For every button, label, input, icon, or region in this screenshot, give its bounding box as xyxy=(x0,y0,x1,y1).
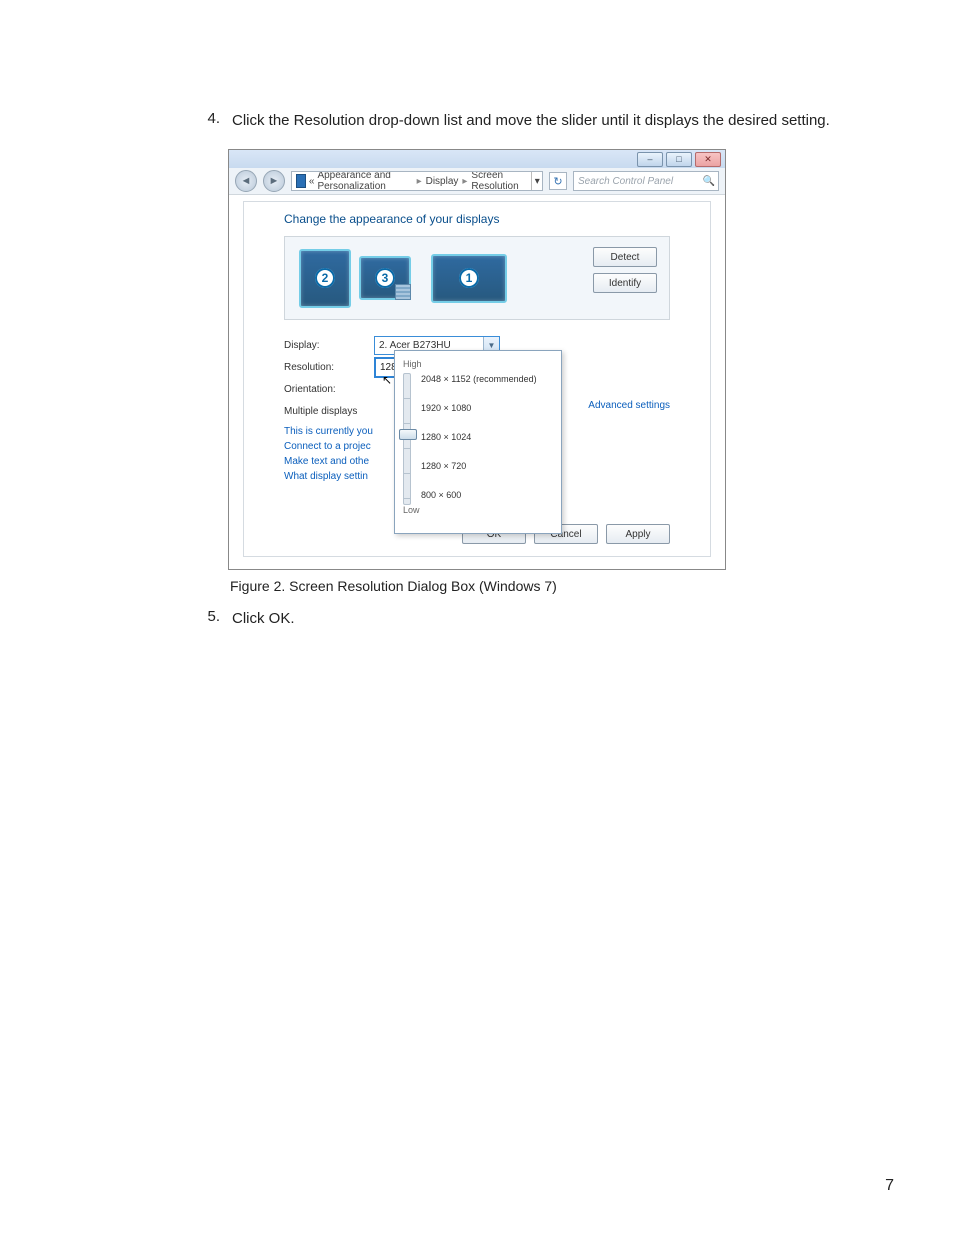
control-panel-icon xyxy=(296,174,306,188)
apply-button[interactable]: Apply xyxy=(606,524,670,544)
advanced-settings-link[interactable]: Advanced settings xyxy=(588,400,670,411)
res-option-1: 2048 × 1152 (recommended) xyxy=(421,375,537,385)
close-button[interactable]: ✕ xyxy=(695,152,721,167)
panel-heading: Change the appearance of your displays xyxy=(284,212,670,226)
breadcrumb-dropdown-icon[interactable]: ▾ xyxy=(531,172,542,190)
nav-back-button[interactable]: ◄ xyxy=(235,170,257,192)
display-value: 2. Acer B273HU xyxy=(379,340,451,351)
refresh-button[interactable]: ↻ xyxy=(549,172,567,190)
multiple-displays-label: Multiple displays xyxy=(284,406,374,417)
breadcrumb-level3: Screen Resolution xyxy=(467,171,531,191)
breadcrumb-level1: Appearance and Personalization xyxy=(317,171,412,191)
search-placeholder: Search Control Panel xyxy=(578,176,673,187)
resolution-label: Resolution: xyxy=(284,362,374,373)
monitor-3-label: 3 xyxy=(375,268,395,288)
figure-caption: Figure 2. Screen Resolution Dialog Box (… xyxy=(230,578,894,594)
res-option-5: 800 × 600 xyxy=(421,491,537,501)
res-option-4: 1280 × 720 xyxy=(421,462,537,472)
address-bar: ◄ ► « Appearance and Personalization ▸ D… xyxy=(229,168,725,195)
resolution-slider-track[interactable] xyxy=(403,373,411,505)
display-arrangement[interactable]: 2 3 1 Detect Identify xyxy=(284,236,670,320)
res-option-3: 1280 × 1024 xyxy=(421,433,537,443)
window-titlebar: – □ ✕ xyxy=(229,150,725,168)
monitor-2[interactable]: 2 xyxy=(299,249,351,308)
resolution-slider-popup[interactable]: High 2048 × 1152 (recommended) 1920 × 10… xyxy=(394,350,562,534)
monitor-2-label: 2 xyxy=(315,268,335,288)
page-number: 7 xyxy=(885,1177,894,1195)
monitor-3[interactable]: 3 xyxy=(359,256,411,300)
maximize-button[interactable]: □ xyxy=(666,152,692,167)
orientation-label: Orientation: xyxy=(284,384,374,395)
slider-high-label: High xyxy=(403,359,553,369)
display-label: Display: xyxy=(284,340,374,351)
step-4-text: Click the Resolution drop-down list and … xyxy=(232,110,834,131)
resolution-tick-labels: 2048 × 1152 (recommended) 1920 × 1080 12… xyxy=(421,373,537,503)
slider-low-label: Low xyxy=(403,505,553,515)
resolution-slider-thumb[interactable] xyxy=(399,429,417,440)
monitor-1[interactable]: 1 xyxy=(431,254,507,303)
breadcrumb-prefix: « xyxy=(309,176,315,187)
window-body: Change the appearance of your displays 2… xyxy=(229,195,725,569)
identify-button[interactable]: Identify xyxy=(593,273,657,293)
minimize-button[interactable]: – xyxy=(637,152,663,167)
res-option-2: 1920 × 1080 xyxy=(421,404,537,414)
monitor-1-label: 1 xyxy=(459,268,479,288)
screenshot-window: – □ ✕ ◄ ► « Appearance and Personalizati… xyxy=(228,149,726,570)
nav-forward-button[interactable]: ► xyxy=(263,170,285,192)
breadcrumb[interactable]: « Appearance and Personalization ▸ Displ… xyxy=(291,171,543,191)
search-input[interactable]: Search Control Panel 🔍 xyxy=(573,171,719,191)
step-5-text: Click OK. xyxy=(232,608,834,629)
search-icon: 🔍 xyxy=(703,176,715,187)
cursor-icon: ↖ xyxy=(382,373,392,387)
document-page: 4. Click the Resolution drop-down list a… xyxy=(0,0,954,1235)
step-4-number: 4. xyxy=(200,110,220,131)
step-5: 5. Click OK. xyxy=(200,608,834,629)
screen-resolution-panel: Change the appearance of your displays 2… xyxy=(243,201,711,557)
breadcrumb-level2: Display xyxy=(422,176,463,187)
step-5-number: 5. xyxy=(200,608,220,629)
detect-button[interactable]: Detect xyxy=(593,247,657,267)
step-4: 4. Click the Resolution drop-down list a… xyxy=(200,110,834,131)
